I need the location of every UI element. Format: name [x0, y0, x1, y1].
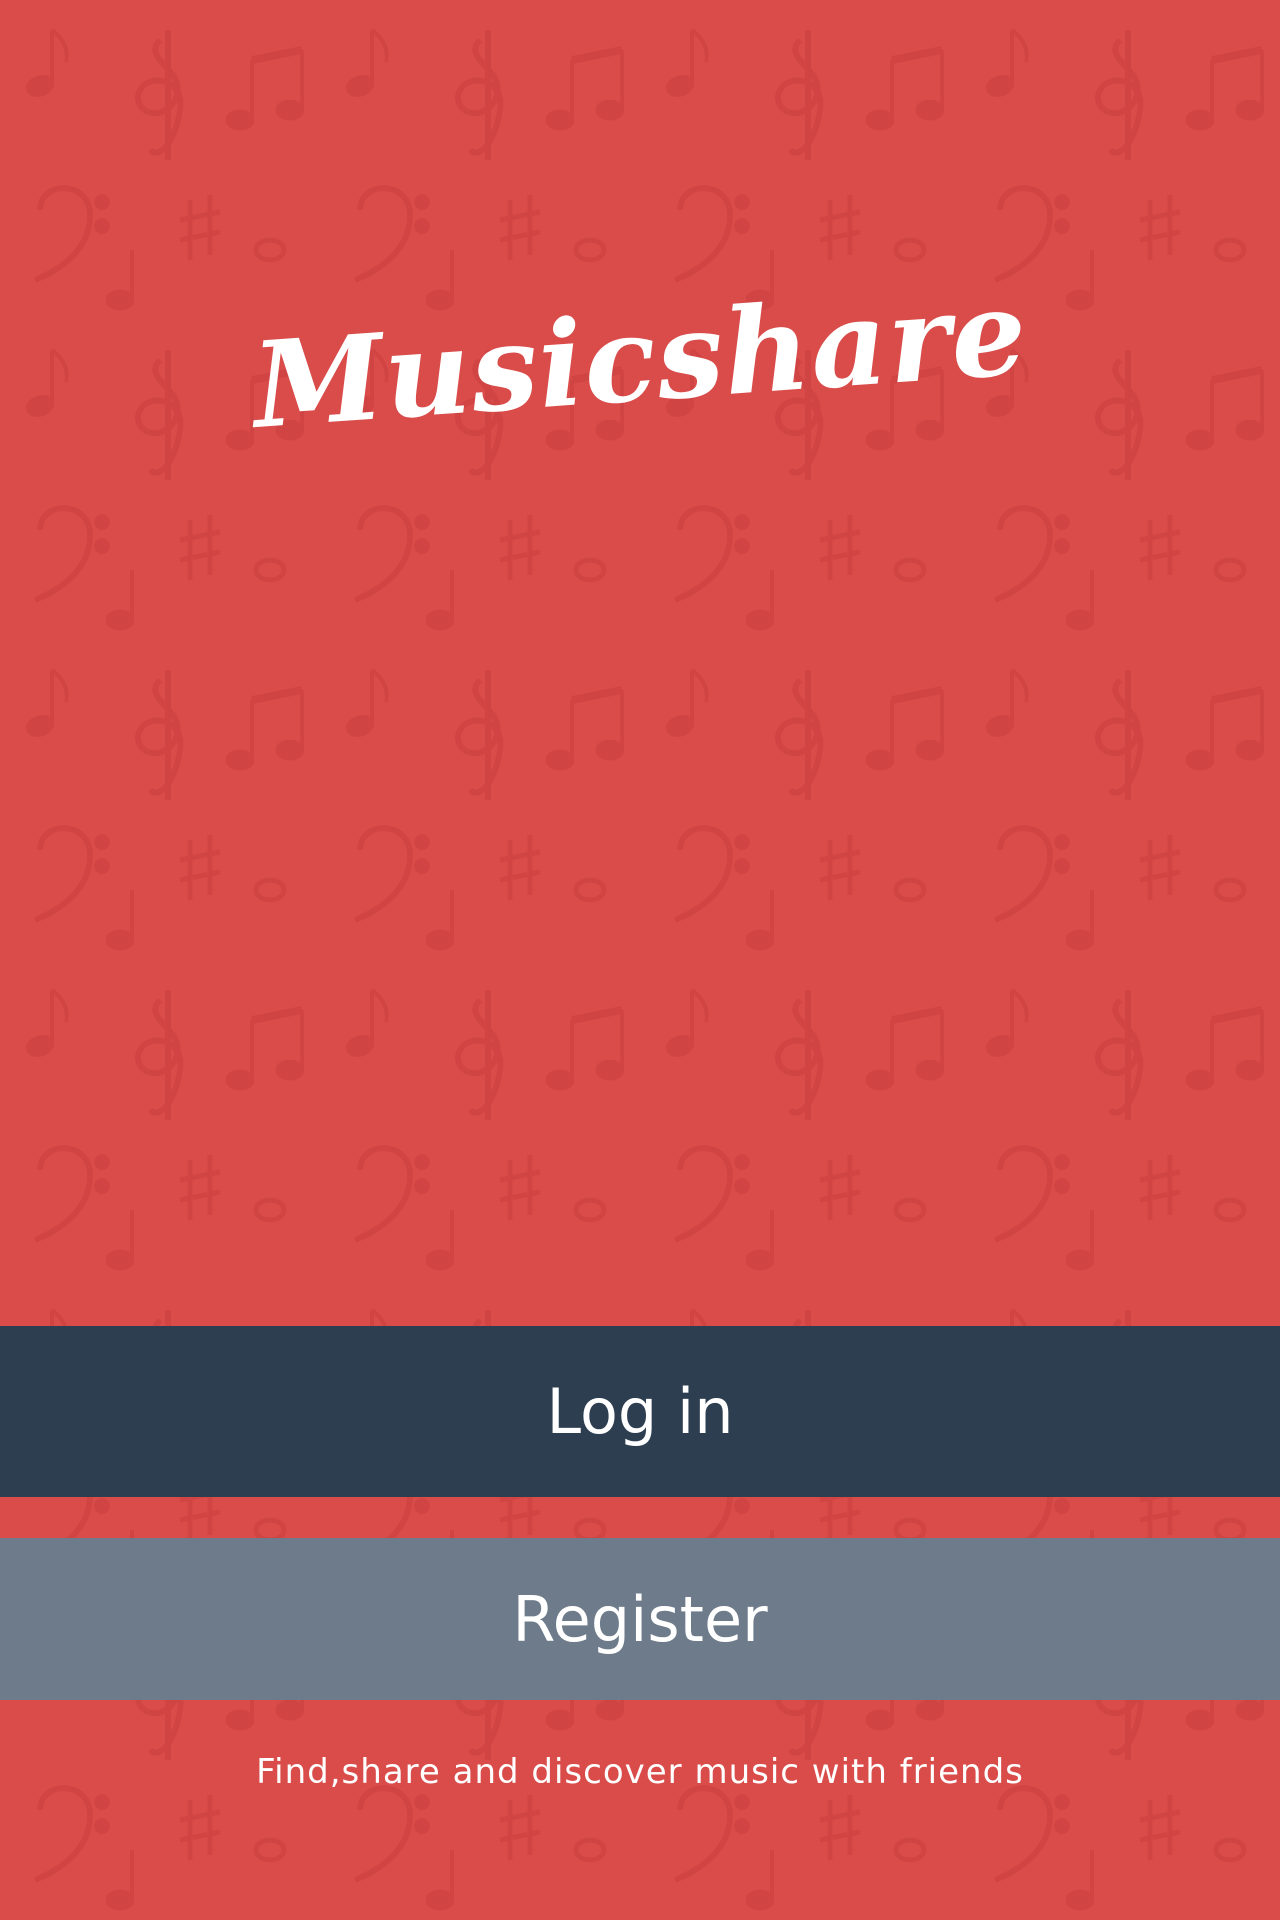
login-button[interactable]: Log in: [0, 1326, 1280, 1497]
app-logo: Musicshare: [248, 262, 1032, 455]
tagline: Find,share and discover music with frien…: [256, 1752, 1024, 1792]
register-button[interactable]: Register: [0, 1538, 1280, 1700]
register-button-label: Register: [512, 1582, 768, 1656]
login-button-label: Log in: [546, 1375, 734, 1448]
